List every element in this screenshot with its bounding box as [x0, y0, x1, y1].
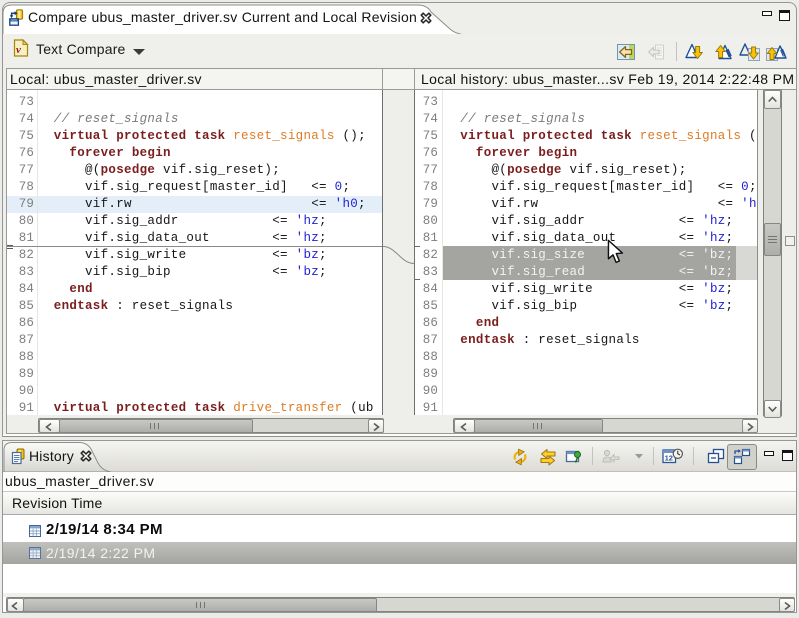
svg-text:v: v [16, 44, 21, 56]
svg-text:12: 12 [665, 454, 673, 463]
